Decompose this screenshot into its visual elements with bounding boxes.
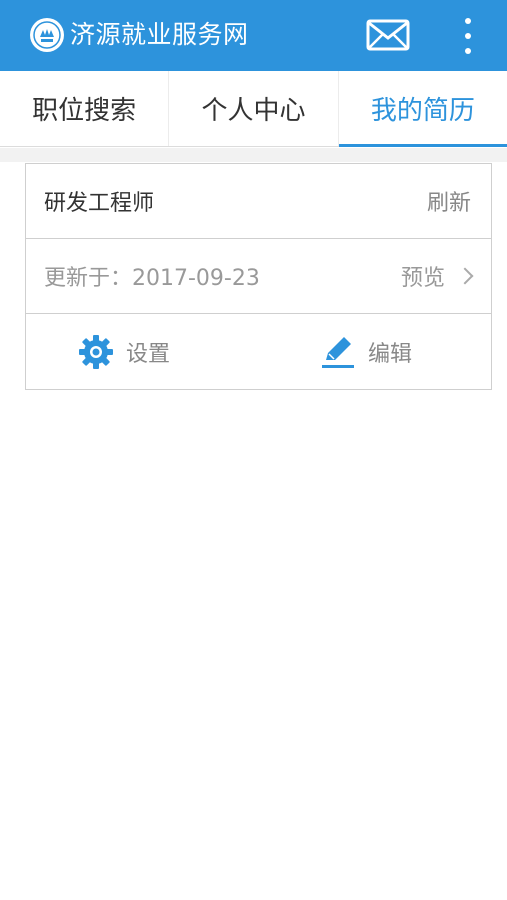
tab-personal-center[interactable]: 个人中心 xyxy=(168,71,337,146)
app-logo-icon xyxy=(30,18,64,52)
mail-button[interactable] xyxy=(366,19,410,51)
tab-bar: 职位搜索 个人中心 我的简历 xyxy=(0,71,507,147)
tab-my-resume[interactable]: 我的简历 xyxy=(337,71,507,147)
dot-icon xyxy=(465,18,471,24)
resume-actions-row: 设置 编辑 xyxy=(26,315,491,389)
pencil-icon xyxy=(322,337,354,368)
refresh-button[interactable]: 刷新 xyxy=(427,185,471,217)
updated-date: 更新于：2017-09-23 xyxy=(44,266,260,291)
gear-icon xyxy=(79,335,113,369)
resume-card: 研发工程师 刷新 更新于：2017-09-23 预览 设置 编辑 xyxy=(25,163,492,390)
resume-name: 研发工程师 xyxy=(44,191,155,216)
envelope-icon xyxy=(366,19,410,51)
edit-button[interactable]: 编辑 xyxy=(320,315,412,389)
tab-job-search[interactable]: 职位搜索 xyxy=(0,71,168,146)
app-title: 济源就业服务网 xyxy=(70,20,249,49)
chevron-right-icon xyxy=(456,267,474,285)
resume-update-row[interactable]: 更新于：2017-09-23 预览 xyxy=(26,239,491,314)
dot-icon xyxy=(465,33,471,39)
edit-label: 编辑 xyxy=(368,342,413,367)
section-divider xyxy=(0,148,507,162)
dot-icon xyxy=(465,48,471,54)
settings-button[interactable]: 设置 xyxy=(78,315,170,389)
more-menu-button[interactable] xyxy=(455,16,481,56)
resume-title-row: 研发工程师 刷新 xyxy=(26,164,491,239)
preview-label: 预览 xyxy=(400,266,445,291)
preview-button[interactable]: 预览 xyxy=(400,260,474,292)
settings-label: 设置 xyxy=(126,342,171,367)
app-header: 济源就业服务网 xyxy=(0,0,507,71)
